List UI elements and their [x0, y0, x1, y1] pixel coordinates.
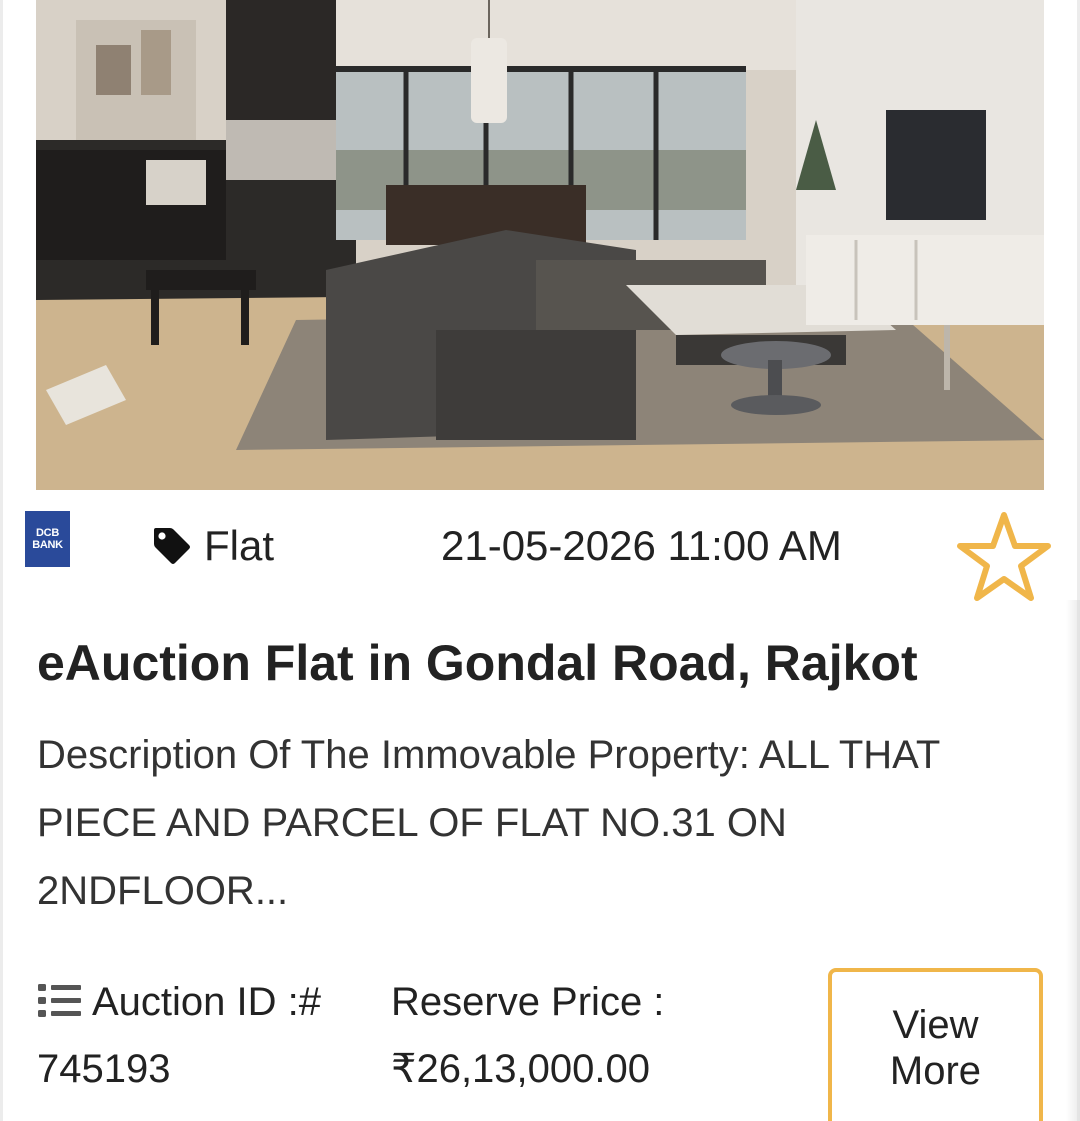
card-shadow	[1066, 600, 1080, 1121]
bank-logo: DCB BANK	[25, 511, 70, 567]
auction-datetime: 21-05-2026 11:00 AM	[441, 522, 842, 569]
auction-id-label: Auction ID :#	[92, 980, 322, 1024]
card-border-left	[0, 0, 3, 1121]
auction-id-value: 745193	[37, 1047, 171, 1091]
listing-title[interactable]: eAuction Flat in Gondal Road, Rajkot	[37, 633, 918, 693]
property-photo[interactable]	[36, 0, 1044, 490]
view-more-line1: View	[892, 1003, 979, 1047]
list-icon	[38, 984, 81, 1017]
tag-icon	[154, 528, 190, 564]
listing-description: Description Of The Immovable Property: A…	[37, 733, 940, 913]
star-outline-icon[interactable]	[955, 510, 1053, 604]
auction-listing-card: DCB BANK Flat 21-05-2026 11:00 AM eAucti…	[0, 0, 1080, 1121]
property-type-label: Flat	[204, 522, 275, 569]
bank-logo-line2: BANK	[32, 539, 63, 551]
view-more-button[interactable]: View More	[828, 968, 1043, 1121]
reserve-price-label: Reserve Price :	[391, 980, 665, 1024]
view-more-line2: More	[889, 1049, 982, 1093]
bank-logo-line1: DCB	[36, 527, 59, 539]
reserve-price-value: ₹26,13,000.00	[391, 1047, 651, 1091]
